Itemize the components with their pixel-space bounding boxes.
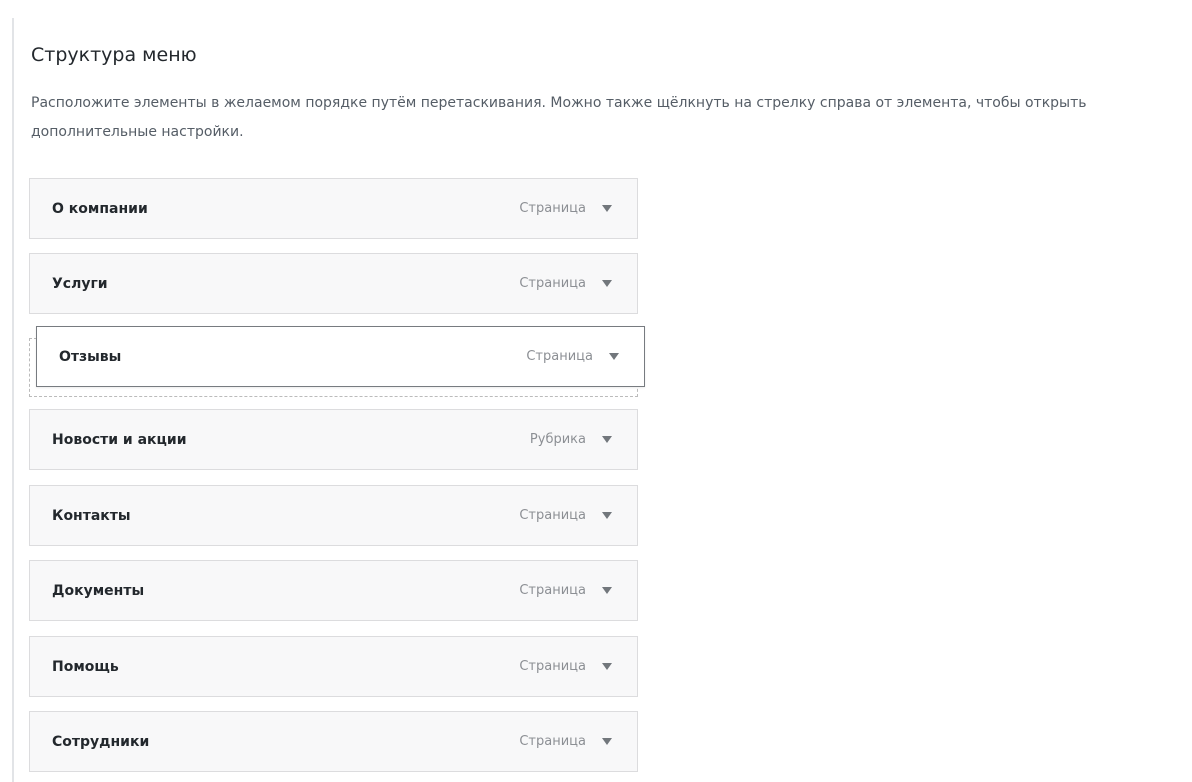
menu-item-uslugi[interactable]: Услуги Страница [29, 253, 638, 314]
menu-item-type: Страница [519, 583, 586, 598]
menu-item-controls: Страница [519, 276, 613, 291]
menu-item-type: Страница [519, 508, 586, 523]
menu-item-type: Страница [519, 659, 586, 674]
menu-item-title: Помощь [52, 658, 119, 675]
menu-item-title: О компании [52, 200, 148, 217]
menu-item-controls: Страница [519, 201, 613, 216]
menu-item-title: Сотрудники [52, 733, 150, 750]
menu-item-sotrudniki[interactable]: Сотрудники Страница [29, 711, 638, 772]
menu-item-type: Страница [519, 734, 586, 749]
menu-structure-page: Структура меню Расположите элементы в же… [0, 0, 1192, 782]
triangle-down-icon[interactable] [601, 510, 613, 522]
menu-item-title: Услуги [52, 275, 108, 292]
triangle-down-icon[interactable] [601, 434, 613, 446]
triangle-down-icon[interactable] [601, 585, 613, 597]
menu-item-controls: Рубрика [530, 432, 613, 447]
triangle-down-icon[interactable] [601, 278, 613, 290]
menu-item-type: Страница [519, 276, 586, 291]
triangle-down-icon[interactable] [601, 736, 613, 748]
menu-item-o-kompanii[interactable]: О компании Страница [29, 178, 638, 239]
triangle-down-icon[interactable] [608, 351, 620, 363]
menu-item-controls: Страница [526, 349, 620, 364]
menu-item-pomosch[interactable]: Помощь Страница [29, 636, 638, 697]
left-panel-rule [12, 18, 14, 782]
menu-structure-title: Структура меню [31, 44, 197, 66]
menu-item-controls: Страница [519, 734, 613, 749]
menu-item-title: Документы [52, 582, 145, 599]
menu-item-title: Отзывы [59, 348, 122, 365]
menu-item-title: Новости и акции [52, 431, 187, 448]
menu-item-otzyvy-dragging[interactable]: Отзывы Страница [36, 326, 645, 387]
menu-item-novosti-i-aktsii[interactable]: Новости и акции Рубрика [29, 409, 638, 470]
menu-item-type: Рубрика [529, 432, 586, 447]
triangle-down-icon[interactable] [601, 661, 613, 673]
menu-item-type: Страница [519, 201, 586, 216]
menu-item-controls: Страница [519, 659, 613, 674]
menu-item-controls: Страница [519, 508, 613, 523]
menu-structure-instructions: Расположите элементы в желаемом порядке … [31, 95, 1087, 140]
menu-item-controls: Страница [519, 583, 613, 598]
menu-item-type: Страница [526, 349, 593, 364]
menu-item-kontakty[interactable]: Контакты Страница [29, 485, 638, 546]
menu-item-dokumenty[interactable]: Документы Страница [29, 560, 638, 621]
menu-item-title: Контакты [52, 507, 131, 524]
triangle-down-icon[interactable] [601, 203, 613, 215]
